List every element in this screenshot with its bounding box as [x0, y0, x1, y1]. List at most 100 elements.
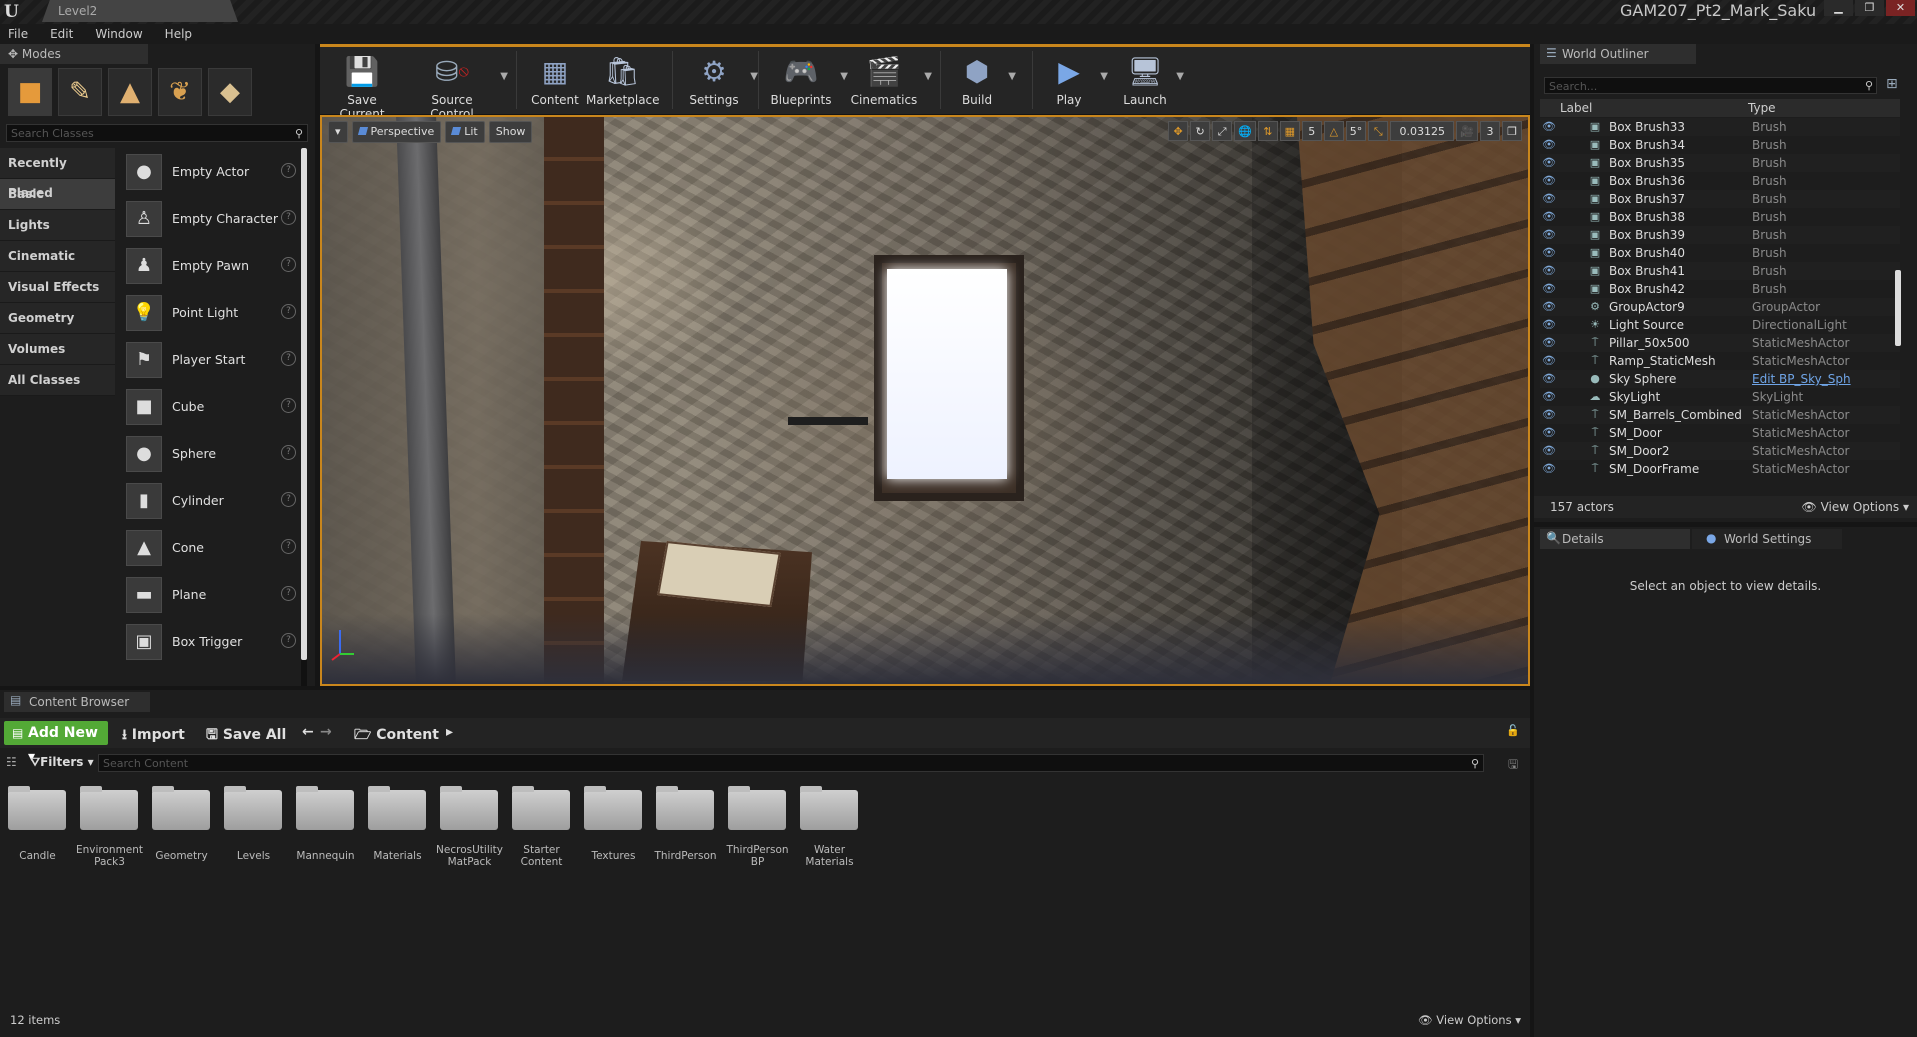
class-item[interactable]: ▬ Plane? — [120, 571, 298, 618]
outliner-row[interactable]: 👁 ▣ Box Brush35 Brush — [1540, 154, 1900, 172]
help-icon[interactable]: ? — [281, 163, 296, 178]
world-outliner-tab[interactable]: World Outliner — [1540, 44, 1696, 64]
outliner-row[interactable]: 👁 ⍑ SM_DoorFrame StaticMeshActor — [1540, 460, 1900, 478]
level-viewport[interactable]: ▾ Perspective Lit Show ✥ ↻ ⤢ 🌐 ⇅ ▦ 5 △ 5… — [320, 115, 1530, 686]
blueprints-button[interactable]: 🎮 Blueprints ▼ — [768, 53, 848, 108]
visibility-eye-icon[interactable]: 👁 — [1542, 424, 1556, 442]
chevron-down-icon[interactable]: ▼ — [1176, 71, 1184, 82]
lit-button[interactable]: Lit — [445, 121, 485, 143]
visibility-eye-icon[interactable]: 👁 — [1542, 190, 1556, 208]
content-button[interactable]: ▦ Content — [530, 53, 580, 108]
content-folder[interactable]: Levels — [224, 786, 283, 868]
outliner-row[interactable]: 👁 ⚙ GroupActor9 GroupActor — [1540, 298, 1900, 316]
visibility-eye-icon[interactable]: 👁 — [1542, 334, 1556, 352]
help-icon[interactable]: ? — [281, 210, 296, 225]
scale-tool-icon[interactable]: ⤢ — [1212, 121, 1233, 141]
scale-snap-value[interactable]: 0.03125 — [1390, 121, 1455, 141]
visibility-eye-icon[interactable]: 👁 — [1542, 298, 1556, 316]
visibility-eye-icon[interactable]: 👁 — [1542, 280, 1556, 298]
scale-snap-icon[interactable]: ⤡ — [1368, 121, 1389, 141]
back-arrow-icon[interactable]: ← — [302, 724, 314, 740]
visibility-eye-icon[interactable]: 👁 — [1542, 388, 1556, 406]
details-tab[interactable]: Details — [1540, 529, 1690, 549]
path-chevron-right-icon[interactable]: ▸ — [446, 724, 453, 740]
outliner-row[interactable]: 👁 ⍑ SM_Barrels_Combined StaticMeshActor — [1540, 406, 1900, 424]
outliner-row[interactable]: 👁 ⍑ Ramp_StaticMesh StaticMeshActor — [1540, 352, 1900, 370]
label-column-header[interactable]: Label — [1560, 99, 1592, 117]
outliner-row[interactable]: 👁 ▣ Box Brush36 Brush — [1540, 172, 1900, 190]
content-folder[interactable]: NecrosUtility MatPack — [436, 786, 503, 868]
level-tab[interactable]: Level2 — [42, 0, 238, 22]
world-local-icon[interactable]: 🌐 — [1234, 121, 1256, 141]
chevron-down-icon[interactable]: ▼ — [500, 71, 508, 82]
visibility-eye-icon[interactable]: 👁 — [1542, 370, 1556, 388]
rotation-snap-value[interactable]: 5° — [1345, 121, 1367, 141]
menu-file[interactable]: File — [8, 24, 28, 44]
help-icon[interactable]: ? — [281, 633, 296, 648]
filters-button[interactable]: ⛛Filters ▾ — [30, 755, 94, 770]
help-icon[interactable]: ? — [281, 586, 296, 601]
visibility-eye-icon[interactable]: 👁 — [1542, 208, 1556, 226]
content-folder[interactable]: Water Materials — [800, 786, 859, 868]
play-button[interactable]: ▶ Play ▼ — [1044, 53, 1108, 108]
content-folder[interactable]: Environment Pack3 — [76, 786, 143, 868]
outliner-row[interactable]: 👁 ▣ Box Brush40 Brush — [1540, 244, 1900, 262]
category-cinematic[interactable]: Cinematic — [0, 241, 115, 272]
outliner-row[interactable]: 👁 ▣ Box Brush41 Brush — [1540, 262, 1900, 280]
modes-tab[interactable]: ✥ Modes — [0, 44, 148, 64]
category-recently-placed[interactable]: Recently Placed — [0, 148, 115, 200]
outliner-row[interactable]: 👁 ▣ Box Brush39 Brush — [1540, 226, 1900, 244]
perspective-button[interactable]: Perspective — [351, 121, 442, 143]
outliner-view-options[interactable]: 👁 View Options ▾ — [1802, 500, 1910, 514]
class-item[interactable]: ♙ Empty Character? — [120, 195, 298, 242]
place-mode-icon[interactable]: ■ — [8, 68, 52, 116]
category-volumes[interactable]: Volumes — [0, 334, 115, 365]
outliner-row[interactable]: 👁 ⍑ SM_Door2 StaticMeshActor — [1540, 442, 1900, 460]
lock-icon[interactable]: 🔓 — [1506, 724, 1520, 737]
menu-edit[interactable]: Edit — [50, 24, 73, 44]
class-item[interactable]: 💡 Point Light? — [120, 289, 298, 336]
maximize-viewport-icon[interactable]: ❐ — [1502, 121, 1522, 141]
visibility-eye-icon[interactable]: 👁 — [1542, 136, 1556, 154]
class-item[interactable]: ⚑ Player Start? — [120, 336, 298, 383]
maximize-button[interactable]: ❐ — [1855, 0, 1884, 16]
content-view-options[interactable]: 👁 View Options ▾ — [1418, 1013, 1521, 1027]
outliner-row[interactable]: 👁 ▣ Box Brush37 Brush — [1540, 190, 1900, 208]
menu-window[interactable]: Window — [95, 24, 142, 44]
category-geometry[interactable]: Geometry — [0, 303, 115, 334]
visibility-eye-icon[interactable]: 👁 — [1542, 316, 1556, 334]
grid-size-value[interactable]: 5 — [1301, 121, 1322, 141]
chevron-down-icon[interactable]: ▼ — [1008, 71, 1016, 82]
content-folder[interactable]: Candle — [8, 786, 67, 868]
visibility-eye-icon[interactable]: 👁 — [1542, 262, 1556, 280]
category-all-classes[interactable]: All Classes — [0, 365, 115, 396]
visibility-eye-icon[interactable]: 👁 — [1542, 172, 1556, 190]
class-item[interactable]: ▮ Cylinder? — [120, 477, 298, 524]
viewport-options-dropdown[interactable]: ▾ — [328, 121, 348, 143]
menu-help[interactable]: Help — [165, 24, 192, 44]
marketplace-button[interactable]: 🛍 Marketplace — [586, 53, 660, 108]
type-column-header[interactable]: Type — [1748, 99, 1776, 117]
build-button[interactable]: ⬢ Build ▼ — [952, 53, 1016, 108]
outliner-row[interactable]: 👁 ▣ Box Brush42 Brush — [1540, 280, 1900, 298]
content-folder[interactable]: Starter Content — [512, 786, 571, 868]
class-item[interactable]: ♟ Empty Pawn? — [120, 242, 298, 289]
close-button[interactable]: ✕ — [1886, 0, 1915, 16]
visibility-eye-icon[interactable]: 👁 — [1542, 154, 1556, 172]
content-browser-tab[interactable]: Content Browser — [4, 692, 150, 712]
class-item[interactable]: ■ Cube? — [120, 383, 298, 430]
translate-tool-icon[interactable]: ✥ — [1168, 121, 1189, 141]
source-control-button[interactable]: ⛁ ⦸ Source Control ▼ — [410, 53, 508, 122]
category-visual-effects[interactable]: Visual Effects — [0, 272, 115, 303]
actor-type[interactable]: Edit BP_Sky_Sph — [1752, 370, 1851, 388]
category-basic[interactable]: Basic — [0, 179, 115, 210]
add-new-button[interactable]: Add New ▾ — [4, 721, 108, 765]
minimize-button[interactable]: ▁ — [1824, 0, 1853, 16]
modes-scrollbar[interactable] — [301, 148, 307, 686]
help-icon[interactable]: ? — [281, 304, 296, 319]
visibility-eye-icon[interactable]: 👁 — [1542, 460, 1556, 478]
settings-button[interactable]: ⚙ Settings ▼ — [684, 53, 758, 108]
outliner-row[interactable]: 👁 ▣ Box Brush33 Brush — [1540, 118, 1900, 136]
add-actor-icon[interactable]: ⊞ — [1886, 76, 1898, 92]
help-icon[interactable]: ? — [281, 351, 296, 366]
